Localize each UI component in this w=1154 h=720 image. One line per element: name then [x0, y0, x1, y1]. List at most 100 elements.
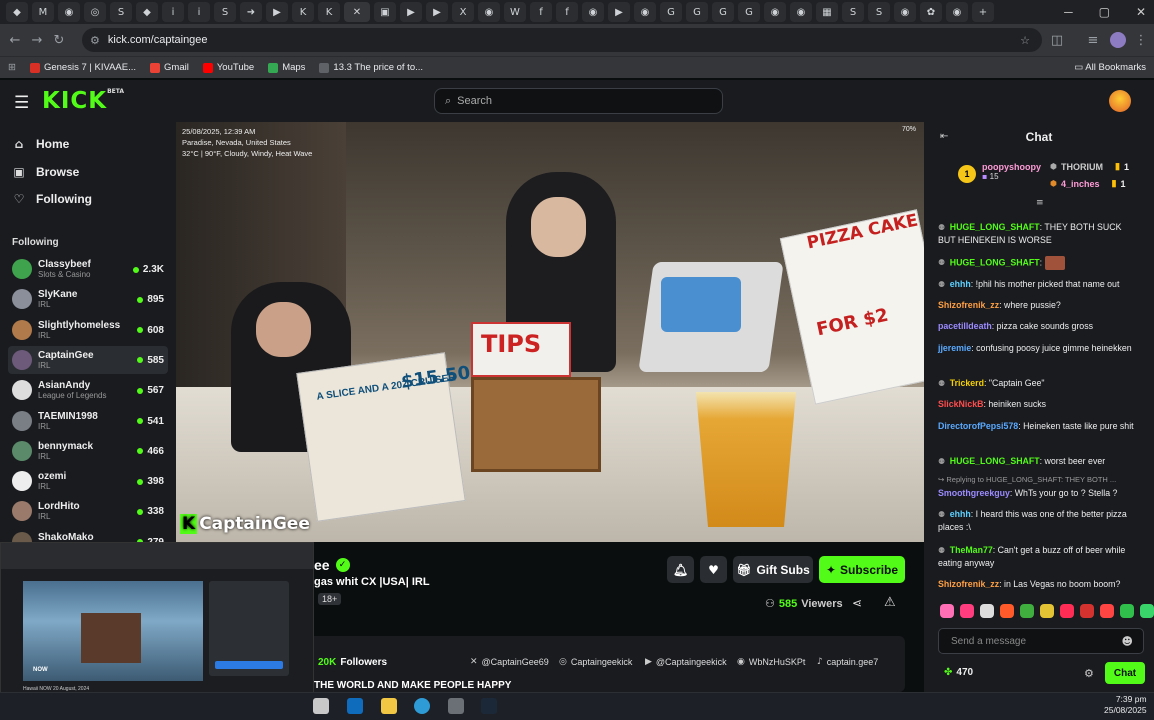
browser-tab[interactable]: ◉ [634, 2, 656, 22]
browser-tab[interactable]: ➜ [240, 2, 262, 22]
media-icon[interactable]: ≡ [1082, 33, 1104, 48]
chat-username[interactable]: DirectorofPepsi578 [938, 421, 1018, 431]
browser-app-icon[interactable] [414, 698, 430, 714]
chat-username[interactable]: ehhh [950, 279, 971, 289]
browser-tab[interactable]: ▦ [816, 2, 838, 22]
emote-icon[interactable] [960, 604, 974, 618]
sidebar-channel[interactable]: AsianAndy League of Legends 567 [8, 376, 168, 404]
steam-icon[interactable] [481, 698, 497, 714]
chat-username[interactable]: Smoothgreekguy [938, 488, 1010, 498]
browser-tab[interactable]: ◉ [894, 2, 916, 22]
chat-message[interactable]: pacetilldeath: pizza cake sounds gross [938, 320, 1136, 333]
channel-points[interactable]: ✤ 470 [944, 667, 973, 678]
chat-username[interactable]: ehhh [950, 509, 971, 519]
browser-tab[interactable]: S [868, 2, 890, 22]
browser-tab[interactable]: M [32, 2, 54, 22]
chat-message[interactable]: jjeremie: confusing poosy juice gimme he… [938, 342, 1136, 355]
send-chat-button[interactable]: Chat [1105, 662, 1145, 684]
sidebar-channel[interactable]: ozemi IRL 398 [8, 467, 168, 495]
all-bookmarks[interactable]: ▭ All Bookmarks [1074, 62, 1146, 73]
emote-icon[interactable] [1080, 604, 1094, 618]
chat-message[interactable]: Shizofrenik_zz: where pussie? [938, 299, 1136, 312]
share-icon[interactable]: ⋖ [852, 596, 862, 610]
emote-icon[interactable] [1060, 604, 1074, 618]
browser-tab[interactable]: f [530, 2, 552, 22]
chat-username[interactable]: jjeremie [938, 343, 971, 353]
emote-icon[interactable] [1120, 604, 1134, 618]
sidebar-channel[interactable]: LordHito IRL 338 [8, 497, 168, 525]
file-explorer-icon[interactable] [381, 698, 397, 714]
browser-tab[interactable]: ◉ [478, 2, 500, 22]
bookmark-item[interactable]: 13.3 The price of to... [319, 62, 423, 73]
chat-username[interactable]: TheMan77 [950, 545, 993, 555]
social-link[interactable]: ◉ WbNzHuSKPt [737, 657, 805, 667]
extensions-icon[interactable]: ◫ [1046, 33, 1068, 48]
url-field[interactable]: ⚙ kick.com/captaingee ☆ [82, 28, 1042, 52]
chat-message[interactable]: ⚉ HUGE_LONG_SHAFT: worst beer ever [938, 455, 1136, 468]
sidebar-channel[interactable]: bennymack IRL 466 [8, 437, 168, 465]
profile-avatar[interactable] [1110, 32, 1126, 48]
chat-message[interactable]: ⚉ Trickerd: "Captain Gee" [938, 377, 1136, 390]
browser-tab[interactable]: ◆ [6, 2, 28, 22]
chat-username[interactable]: SlickNickB [938, 399, 983, 409]
browser-tab[interactable]: ◆ [136, 2, 158, 22]
gifter-entry[interactable]: ⬢ THORIUM ▮ 1 [1050, 161, 1129, 172]
chat-message[interactable]: Shizofrenik_zz: in Las Vegas no boom boo… [938, 578, 1136, 591]
emoji-picker-icon[interactable]: ☻ [1122, 635, 1133, 648]
browser-tab[interactable]: ◉ [790, 2, 812, 22]
emote-icon[interactable] [1020, 604, 1034, 618]
chat-message[interactable]: Smoothgreekguy: WhTs your go to ? Stella… [938, 487, 1136, 500]
browser-tab[interactable]: ◉ [946, 2, 968, 22]
emote-icon[interactable] [1040, 604, 1054, 618]
sidebar-item-home[interactable]: ⌂ Home [12, 137, 70, 151]
sidebar-channel[interactable]: CaptainGee IRL 585 [8, 345, 168, 374]
bookmark-item[interactable]: Genesis 7 | KIVAAE... [29, 62, 136, 73]
top-gifter[interactable]: 1 poopyshoopy ▪ 15 [958, 162, 1041, 183]
subscribe-button[interactable]: ✦ Subscribe [819, 556, 905, 583]
kick-logo[interactable]: KICKBETA [42, 88, 124, 114]
browser-tab[interactable]: ▶ [426, 2, 448, 22]
browser-tab[interactable]: f [556, 2, 578, 22]
social-link[interactable]: ▶ @Captaingeekick [645, 657, 727, 667]
emote-icon[interactable] [1140, 604, 1154, 618]
maximize-icon[interactable]: ▢ [1099, 5, 1110, 19]
browser-tab[interactable]: i [162, 2, 184, 22]
notification-bell-button[interactable]: 🔔︎ [667, 556, 694, 583]
bookmark-item[interactable]: Maps [268, 62, 305, 73]
browser-tab[interactable]: ◎ [84, 2, 106, 22]
browser-tab[interactable]: ▶ [608, 2, 630, 22]
chat-username[interactable]: pacetilldeath [938, 321, 992, 331]
menu-icon[interactable]: ⋮ [1130, 33, 1152, 48]
chat-username[interactable]: Trickerd [950, 378, 984, 388]
taskbar-app-icon[interactable] [448, 698, 464, 714]
browser-tab[interactable]: ▶ [400, 2, 422, 22]
browser-tab[interactable]: G [660, 2, 682, 22]
chat-message[interactable]: ⚉ HUGE_LONG_SHAFT: [938, 256, 1136, 270]
search-input[interactable]: ⌕ Search [434, 88, 723, 114]
browser-tab[interactable]: ▣ [374, 2, 396, 22]
browser-tab[interactable]: ✿ [920, 2, 942, 22]
chat-username[interactable]: HUGE_LONG_SHAFT [950, 456, 1040, 466]
chat-settings-gear-icon[interactable]: ⚙ [1084, 667, 1094, 680]
sidebar-channel[interactable]: TAEMIN1998 IRL 541 [8, 407, 168, 435]
chat-username[interactable]: HUGE_LONG_SHAFT [950, 257, 1040, 267]
user-avatar[interactable] [1109, 90, 1131, 112]
sidebar-channel[interactable]: Classybeef Slots & Casino 2.3K [8, 255, 168, 283]
browser-tab[interactable]: ◉ [582, 2, 604, 22]
chat-message[interactable]: SlickNickB: heiniken sucks [938, 398, 1136, 411]
chat-message[interactable]: ⚉ HUGE_LONG_SHAFT: THEY BOTH SUCK BUT HE… [938, 221, 1136, 247]
streamer-name[interactable]: ee ✓ [314, 557, 350, 573]
sidebar-channel[interactable]: SlyKane IRL 895 [8, 285, 168, 313]
emote-icon[interactable] [1000, 604, 1014, 618]
pip-panel-button[interactable] [215, 661, 283, 669]
browser-tab[interactable]: X [452, 2, 474, 22]
social-link[interactable]: ✕ @CaptainGee69 [470, 657, 549, 667]
picture-in-picture-window[interactable]: NOW Hawaii NOW 20 August, 2024 [0, 542, 314, 712]
sidebar-channel[interactable]: Slightlyhomeless IRL 608 [8, 316, 168, 344]
chat-message[interactable]: ⚉ ehhh: !phil his mother picked that nam… [938, 278, 1136, 291]
chat-message[interactable]: ⚉ TheMan77: Can't get a buzz off of beer… [938, 544, 1136, 570]
close-icon[interactable]: ✕ [1136, 5, 1146, 19]
browser-tab[interactable]: G [738, 2, 760, 22]
report-icon[interactable]: ⚠ [884, 595, 896, 610]
follow-heart-button[interactable]: ♥ [700, 556, 727, 583]
